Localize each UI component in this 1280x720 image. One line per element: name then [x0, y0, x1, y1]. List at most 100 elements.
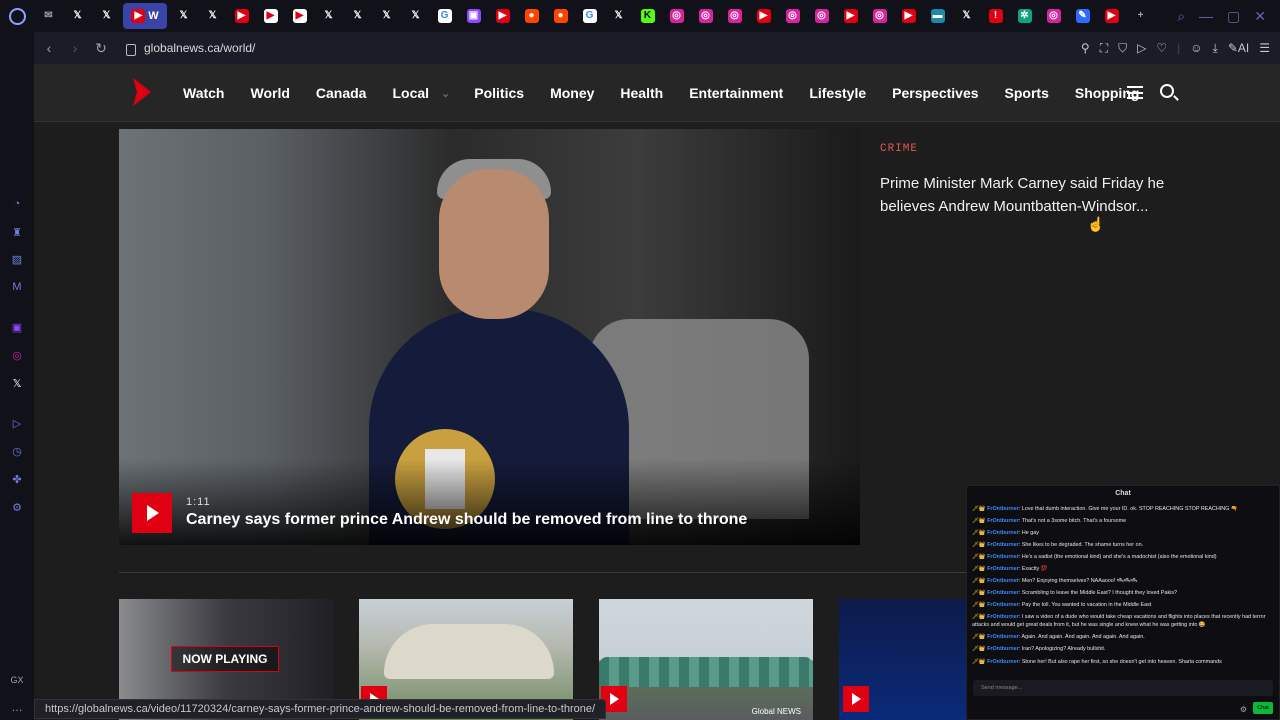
opera-menu-icon[interactable]: [0, 0, 34, 32]
chat-username[interactable]: FrOntburner: [987, 634, 1019, 640]
twitch-icon[interactable]: ▣: [9, 319, 25, 335]
nav-watch[interactable]: Watch: [183, 85, 224, 101]
snapshot-icon[interactable]: ⛶: [1100, 41, 1108, 56]
tab-x-icon[interactable]: 𝕏: [604, 0, 633, 32]
forward-icon[interactable]: ›: [64, 40, 86, 56]
chat-username[interactable]: FrOntburner: [987, 578, 1019, 584]
extensions-icon[interactable]: ✤: [9, 471, 25, 487]
nav-health[interactable]: Health: [620, 85, 663, 101]
chevron-down-icon[interactable]: ⌄: [441, 87, 450, 100]
close-icon[interactable]: ✕: [1254, 8, 1266, 25]
tab-mail-icon[interactable]: ✉: [34, 0, 63, 32]
tab-instagram-icon[interactable]: ◎: [865, 0, 894, 32]
heart-icon[interactable]: ♡: [1156, 41, 1167, 55]
nav-canada[interactable]: Canada: [316, 85, 367, 101]
globalnews-logo[interactable]: [131, 78, 151, 106]
chat-username[interactable]: FrOntburner: [987, 614, 1019, 620]
nav-local[interactable]: Local: [392, 85, 429, 101]
tab-news-icon[interactable]: ▬: [923, 0, 952, 32]
tab-x-icon[interactable]: 𝕏: [198, 0, 227, 32]
pin-icon[interactable]: ⚲: [1081, 41, 1090, 55]
story-category[interactable]: CRIME: [880, 143, 918, 155]
tab-x-icon[interactable]: 𝕏: [372, 0, 401, 32]
story-headline[interactable]: Prime Minister Mark Carney said Friday h…: [880, 172, 1200, 218]
nav-world[interactable]: World: [250, 85, 289, 101]
chat-send-button[interactable]: Chat: [1253, 702, 1273, 714]
tab-x-icon[interactable]: 𝕏: [952, 0, 981, 32]
nav-sports[interactable]: Sports: [1005, 85, 1049, 101]
minimize-icon[interactable]: —: [1199, 8, 1213, 24]
tab-youtube-icon[interactable]: ▶: [488, 0, 517, 32]
video-thumbnail-3[interactable]: Global NEWS: [599, 599, 813, 720]
tab-x-icon[interactable]: 𝕏: [343, 0, 372, 32]
tab-reddit-icon[interactable]: ●: [546, 0, 575, 32]
new-tab-icon[interactable]: +: [1126, 0, 1155, 32]
chat-username[interactable]: FrOntburner: [987, 566, 1019, 572]
hero-title[interactable]: Carney says former prince Andrew should …: [186, 511, 747, 529]
easy-setup-icon[interactable]: ☰: [1259, 41, 1270, 55]
chat-username[interactable]: FrOntburner: [987, 602, 1019, 608]
tab-instagram-icon[interactable]: ◎: [691, 0, 720, 32]
tab-x-icon[interactable]: 𝕏: [401, 0, 430, 32]
tab-youtube-icon[interactable]: ▶: [227, 0, 256, 32]
tab-instagram-icon[interactable]: ◎: [662, 0, 691, 32]
tab-google-icon[interactable]: G: [430, 0, 459, 32]
chat-username[interactable]: FrOntburner: [987, 542, 1019, 548]
tab-globalnews-icon[interactable]: ▶: [285, 0, 314, 32]
thumbnail-play-icon[interactable]: [843, 686, 869, 712]
settings-icon[interactable]: ⚙: [9, 499, 25, 515]
tab-twitch-icon[interactable]: ▣: [459, 0, 488, 32]
nav-politics[interactable]: Politics: [474, 85, 524, 101]
more-icon[interactable]: …: [9, 700, 25, 716]
nav-entertainment[interactable]: Entertainment: [689, 85, 783, 101]
chat-username[interactable]: FrOntburner: [987, 530, 1019, 536]
tab-search-icon[interactable]: ⌕: [1177, 8, 1185, 25]
tab-youtube-icon[interactable]: ▶: [836, 0, 865, 32]
nav-perspectives[interactable]: Perspectives: [892, 85, 978, 101]
tab-youtube-icon[interactable]: ▶: [749, 0, 778, 32]
maximize-icon[interactable]: ▢: [1227, 8, 1240, 25]
m-app-icon[interactable]: M: [9, 279, 25, 295]
nav-money[interactable]: Money: [550, 85, 594, 101]
hero-play-button[interactable]: [132, 493, 172, 533]
speed-dial-icon[interactable]: ◔: [9, 196, 25, 212]
search-icon[interactable]: [1160, 84, 1174, 98]
chat-username[interactable]: FrOntburner: [987, 590, 1019, 596]
chat-username[interactable]: FrOntburner: [987, 554, 1019, 560]
chat-input[interactable]: Send message...: [973, 680, 1273, 696]
tab-youtube-icon[interactable]: ▶: [1097, 0, 1126, 32]
player-icon[interactable]: ▷: [9, 415, 25, 431]
profile-icon[interactable]: ☺: [1190, 41, 1202, 55]
hamburger-menu-icon[interactable]: [1127, 86, 1143, 99]
back-icon[interactable]: ‹: [38, 40, 60, 56]
shield-icon[interactable]: ⛉: [1118, 41, 1127, 56]
url-field[interactable]: globalnews.ca/world/: [126, 41, 255, 56]
tab-reddit-icon[interactable]: ●: [517, 0, 546, 32]
chat-username[interactable]: FrOntburner: [987, 659, 1019, 665]
chat-username[interactable]: FrOntburner: [987, 518, 1019, 524]
chat-username[interactable]: FrOntburner: [987, 506, 1019, 512]
tab-chatgpt-icon[interactable]: ✲: [1010, 0, 1039, 32]
send-icon[interactable]: ▷: [1137, 41, 1146, 55]
tab-kick-icon[interactable]: K: [633, 0, 662, 32]
tab-globalnews-icon[interactable]: ▶: [256, 0, 285, 32]
tab-youtube-icon[interactable]: ▶: [894, 0, 923, 32]
tab-google-icon[interactable]: G: [575, 0, 604, 32]
history-icon[interactable]: ◷: [9, 443, 25, 459]
x-icon[interactable]: 𝕏: [9, 375, 25, 391]
ai-button[interactable]: ✎AI: [1228, 41, 1249, 55]
tab-instagram-icon[interactable]: ◎: [807, 0, 836, 32]
chat-settings-icon[interactable]: ⚙: [1240, 705, 1247, 714]
nav-lifestyle[interactable]: Lifestyle: [809, 85, 866, 101]
tab-instagram-icon[interactable]: ◎: [1039, 0, 1068, 32]
instagram-icon[interactable]: ◎: [9, 347, 25, 363]
tab-x-icon[interactable]: 𝕏: [63, 0, 92, 32]
chat-username[interactable]: FrOntburner: [987, 646, 1019, 652]
tab-x-icon[interactable]: 𝕏: [314, 0, 343, 32]
gx-control-icon[interactable]: ♜: [9, 224, 25, 240]
tab-alert-icon[interactable]: !: [981, 0, 1010, 32]
gx-corner-icon[interactable]: ▨: [9, 251, 25, 267]
tab-instagram-icon[interactable]: ◎: [778, 0, 807, 32]
download-icon[interactable]: ⤓: [1213, 41, 1218, 56]
tab-instagram-icon[interactable]: ◎: [720, 0, 749, 32]
